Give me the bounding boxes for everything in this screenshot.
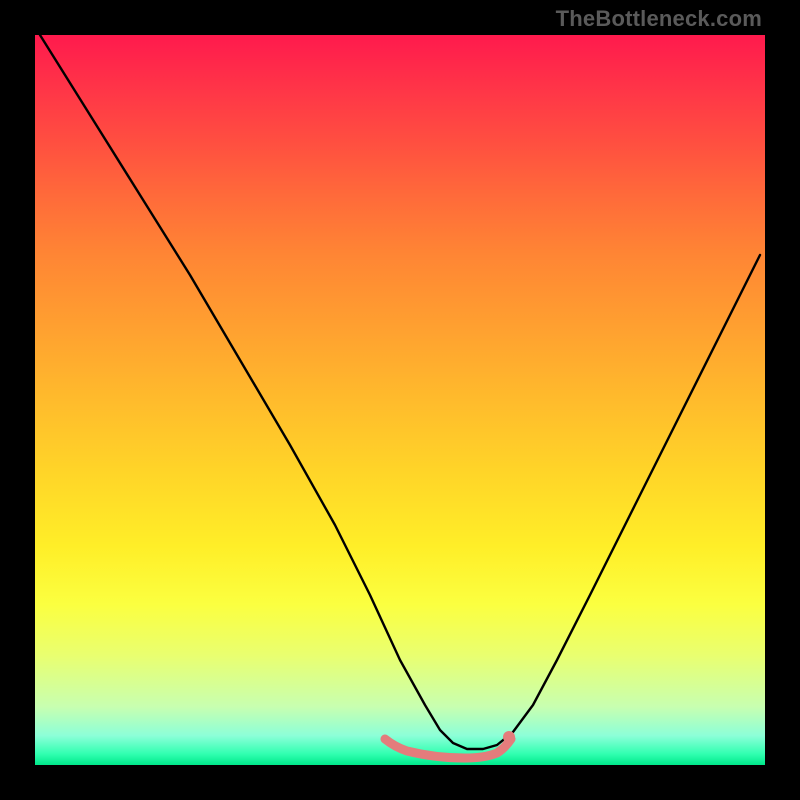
plot-area [35, 35, 765, 765]
chart-frame: TheBottleneck.com [0, 0, 800, 800]
curve-svg [35, 35, 765, 765]
watermark-text: TheBottleneck.com [556, 6, 762, 32]
optimum-band-end-dot [503, 731, 515, 743]
bottleneck-curve [40, 35, 760, 749]
optimum-band [385, 739, 511, 758]
